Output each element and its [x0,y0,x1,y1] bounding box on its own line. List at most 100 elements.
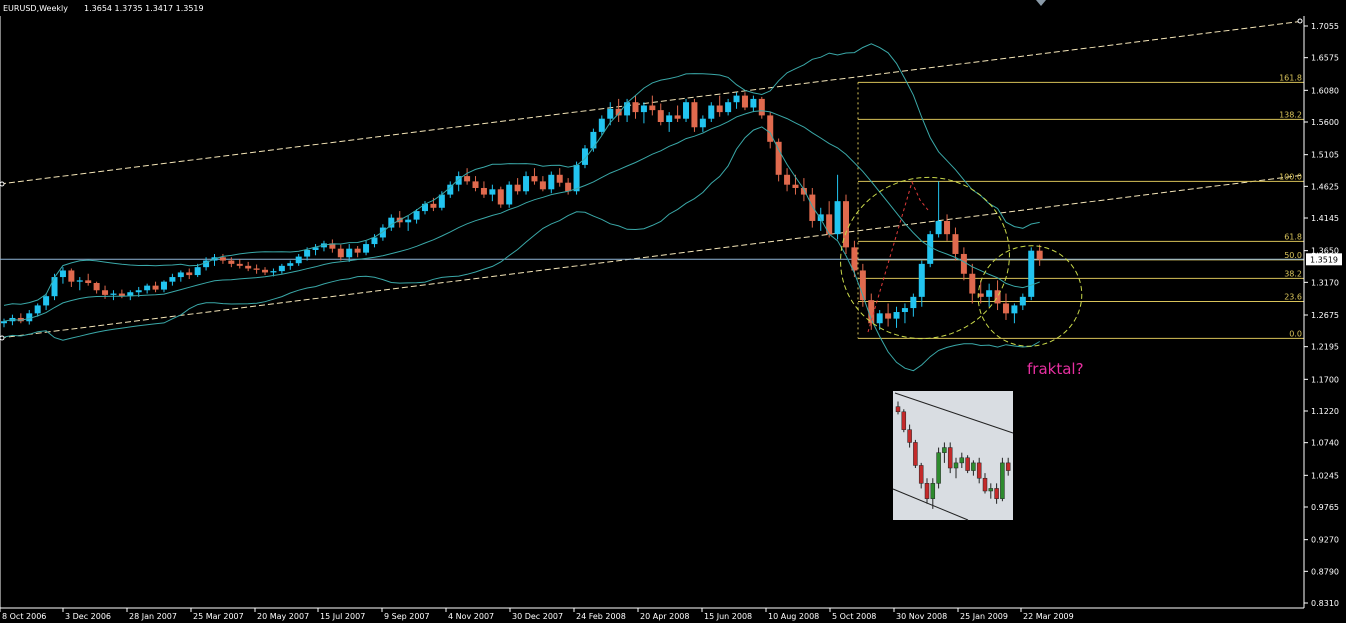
candle-body [506,184,513,205]
inset-chart [892,391,1014,521]
candle-body [102,290,109,295]
price-tick-label: 1.4625 [1311,182,1339,191]
candle-body [935,220,942,235]
time-tick-label: 24 Feb 2008 [576,612,626,621]
candle-body [1036,250,1043,260]
time-tick-label: 15 Jul 2007 [320,612,365,621]
candle-body [194,267,201,276]
candle-body [548,174,555,190]
candle-body [539,181,546,190]
candle-body [876,313,883,324]
candle-body [531,176,538,182]
price-tick-label: 1.6575 [1311,54,1339,63]
price-tick-label: 1.0740 [1311,439,1339,448]
candle-body [910,296,917,309]
candle-body [851,247,858,271]
time-tick-label: 28 Jan 2007 [129,612,177,621]
candle-body [927,234,934,264]
fraktal-annotation: fraktal? [1027,360,1084,378]
price-tick-label: 1.1700 [1311,375,1339,384]
time-tick-label: 30 Dec 2007 [512,612,563,621]
candle-body [598,118,605,132]
fib-level-label: 161.8 [1279,73,1302,82]
candle-body [464,176,471,182]
candle-body [51,277,58,297]
candle-body [295,256,302,264]
candle-body [337,248,344,258]
symbol-title: EURUSD,Weekly [3,4,68,13]
candle-body [918,263,925,297]
time-tick-label: 8 Oct 2006 [2,612,46,621]
candle-body [741,95,748,108]
inset-background [893,391,1013,520]
candle-body [472,181,479,188]
time-tick-label: 10 Aug 2008 [768,612,819,621]
candle-body [1028,250,1035,297]
candle-body [253,268,260,270]
candle-body [590,131,597,149]
candle-body [497,189,504,205]
candle-body [657,110,664,123]
candle-body [169,277,176,282]
price-tick-label: 0.8310 [1311,599,1339,608]
price-tick-label: 0.9270 [1311,536,1339,545]
candle-body [430,203,437,208]
candle-body [144,285,151,291]
candle-body [624,102,631,116]
candle-body [615,108,622,116]
inset-candle-body [988,488,994,492]
candle-body [160,281,167,290]
candle-body [944,220,951,235]
candle-body [632,102,639,113]
fib-level-label: 50.0 [1284,251,1302,260]
inset-candle-body [953,462,959,469]
time-tick-label: 20 Apr 2008 [640,612,689,621]
price-tick-label: 1.5600 [1311,118,1339,127]
candle-body [666,115,673,123]
candle-body [834,201,841,235]
candle-body [784,174,791,185]
time-tick-label: 4 Nov 2007 [448,612,494,621]
price-chart[interactable]: 161.8 138.2 100.0 61.8 50.0 38.2 23.6 0.0 1.705… [0,0,1346,623]
price-tick-label: 1.7055 [1311,22,1339,31]
candle-body [775,141,782,175]
time-tick-label: 3 Dec 2006 [65,612,111,621]
candle-body [960,253,967,274]
candle-body [750,98,757,108]
time-tick-label: 25 Mar 2007 [193,612,244,621]
inset-candle-body [1005,462,1011,471]
inset-candle-body [901,411,907,430]
inset-candle-body [895,406,901,413]
fib-level-label: 38.2 [1284,269,1302,278]
time-tick-label: 25 Jan 2009 [960,612,1008,621]
candle-body [480,187,487,195]
inset-candle-body [936,452,941,484]
candle-body [379,227,386,238]
candle-body [683,102,690,119]
candle-body [177,272,184,278]
time-tick-label: 15 Jun 2008 [704,612,752,621]
inset-candle-body [959,457,965,464]
channel-anchor-dot [0,335,5,341]
time-tick-label: 9 Sep 2007 [384,612,430,621]
ohlc-values: 1.3654 1.3735 1.3417 1.3519 [84,4,204,13]
candle-body [76,280,83,282]
candle-body [901,308,908,313]
price-tick-label: 1.3170 [1311,278,1339,287]
price-tick-label: 1.4145 [1311,214,1339,223]
candle-body [346,248,353,258]
inset-candle-body [994,488,999,499]
inset-candle-body [918,465,924,484]
candle-body [245,265,252,269]
candle-body [640,105,647,113]
candle-body [952,234,959,254]
inset-candle-body [924,483,930,499]
candle-body [413,211,420,220]
candle-body [219,257,226,261]
candle-body [152,285,159,290]
inset-candle-body [1000,462,1005,499]
candle-body [1002,303,1009,314]
candle-body [514,184,521,192]
candle-body [405,219,412,223]
candle-body [758,98,765,116]
